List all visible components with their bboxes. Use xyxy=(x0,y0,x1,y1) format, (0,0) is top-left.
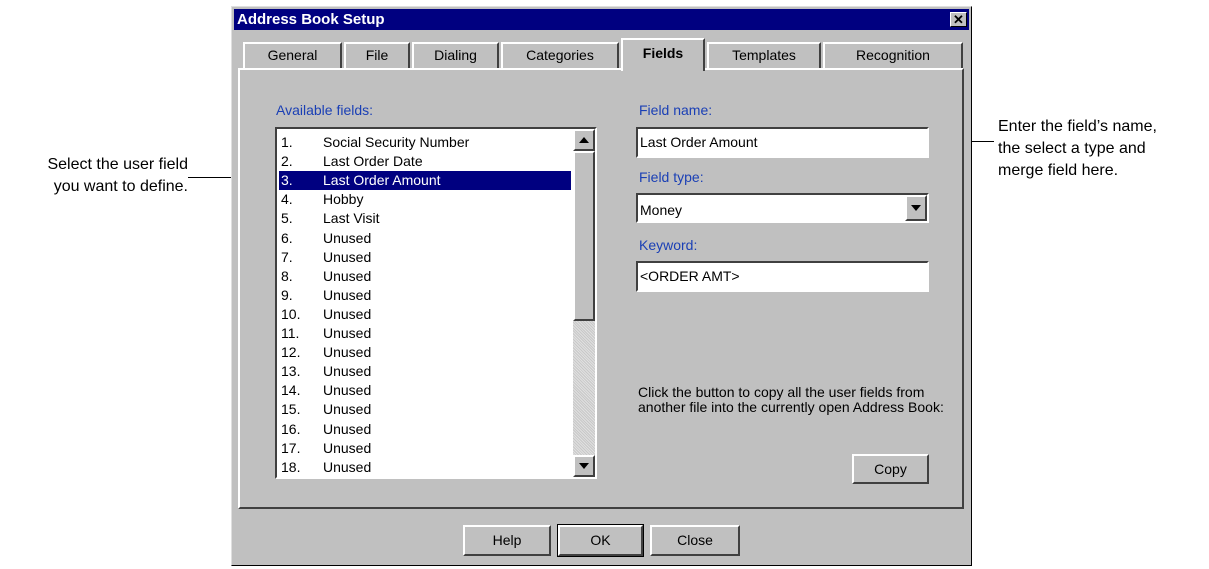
list-item-name: Unused xyxy=(323,305,372,322)
list-item-number: 5. xyxy=(281,210,293,227)
list-item-name: Unused xyxy=(323,286,372,303)
tab-dialing[interactable]: Dialing xyxy=(412,42,499,68)
list-item-name: Unused xyxy=(323,229,372,246)
list-item[interactable]: 1. Social Security Number xyxy=(279,133,571,152)
list-item-name: Unused xyxy=(323,267,372,284)
list-item-name: Unused xyxy=(323,420,372,437)
available-fields-listbox[interactable]: 1. Social Security Number 2. Last Order Dat… xyxy=(275,127,597,479)
list-item[interactable]: 17. Unused xyxy=(279,439,571,458)
list-item-name: Unused xyxy=(323,363,372,380)
list-item[interactable]: 2. Last Order Date xyxy=(279,152,571,171)
close-icon: ✕ xyxy=(953,12,964,27)
available-fields-label: Available fields: xyxy=(276,102,374,118)
scroll-down-button[interactable] xyxy=(573,455,595,477)
list-item[interactable]: 4. Hobby xyxy=(279,190,571,209)
tab-fields[interactable]: Fields xyxy=(621,38,705,71)
tab-recognition[interactable]: Recognition xyxy=(823,42,963,68)
list-item-name: Unused xyxy=(323,382,372,399)
list-item-number: 12. xyxy=(281,344,301,361)
list-item-name: Unused xyxy=(323,439,372,456)
list-item-number: 8. xyxy=(281,267,293,284)
right-callout-line1: Enter the field’s name, xyxy=(998,118,1157,135)
copy-button[interactable]: Copy xyxy=(852,454,929,484)
list-item-name: Unused xyxy=(323,344,372,361)
tab-file[interactable]: File xyxy=(344,42,410,68)
left-callout-line1: Select the user field xyxy=(47,156,188,173)
list-item-number: 6. xyxy=(281,229,293,246)
list-item[interactable]: 8. Unused xyxy=(279,267,571,286)
tab-categories[interactable]: Categories xyxy=(501,42,619,68)
list-item-name: Last Order Amount xyxy=(323,172,441,189)
list-item-name: Unused xyxy=(323,325,372,341)
list-item[interactable]: 7. Unused xyxy=(279,248,571,267)
list-item-name: Unused xyxy=(323,401,372,418)
list-item-number: 9. xyxy=(281,286,293,303)
close-window-button[interactable]: ✕ xyxy=(950,12,967,27)
list-item-number: 10. xyxy=(281,305,301,322)
list-item-number: 1. xyxy=(281,134,293,150)
arrow-up-icon xyxy=(579,137,589,143)
copy-description: Click the button to copy all the user fi… xyxy=(638,384,944,415)
list-item-name: Social Security Number xyxy=(323,134,470,150)
scroll-up-button[interactable] xyxy=(573,129,595,151)
list-item[interactable]: 14. Unused xyxy=(279,381,571,400)
tab-templates[interactable]: Templates xyxy=(707,42,821,68)
list-item-name: Unused xyxy=(323,458,372,475)
list-item-number: 15. xyxy=(281,401,301,418)
ok-button[interactable]: OK xyxy=(557,524,644,557)
keyword-input[interactable]: <ORDER AMT> xyxy=(636,261,929,292)
left-callout-line2: you want to define. xyxy=(53,178,188,195)
list-item-number: 18. xyxy=(281,458,301,475)
keyword-label: Keyword: xyxy=(639,237,698,253)
field-name-value: Last Order Amount xyxy=(640,134,758,150)
list-item[interactable]: 18. Unused xyxy=(279,458,571,477)
window-title: Address Book Setup xyxy=(237,11,385,28)
list-item-number: 2. xyxy=(281,153,293,170)
right-callout-line3: merge field here. xyxy=(998,162,1119,179)
list-item[interactable]: 5. Last Visit xyxy=(279,209,571,228)
field-type-label: Field type: xyxy=(639,169,704,185)
help-button[interactable]: Help xyxy=(463,525,551,556)
field-name-input[interactable]: Last Order Amount xyxy=(636,127,929,158)
list-scrollbar[interactable] xyxy=(573,129,595,477)
list-item[interactable]: 15. Unused xyxy=(279,400,571,419)
list-item-name: Last Visit xyxy=(323,210,380,227)
list-item-name: Unused xyxy=(323,248,372,265)
list-item-name: Last Order Date xyxy=(323,153,423,170)
scroll-thumb[interactable] xyxy=(573,151,595,321)
list-item[interactable]: 11. Unused xyxy=(279,324,571,343)
list-item[interactable]: 16. Unused xyxy=(279,420,571,439)
list-item-number: 14. xyxy=(281,382,301,399)
list-item-number: 4. xyxy=(281,191,293,208)
list-item-number: 17. xyxy=(281,439,301,456)
list-item[interactable]: 6. Unused xyxy=(279,229,571,248)
title-bar: Address Book Setup ✕ xyxy=(234,9,969,30)
list-item-number: 13. xyxy=(281,363,301,380)
right-callout: Enter the field’s name, the select a typ… xyxy=(998,116,1203,182)
list-item[interactable]: 10. Unused xyxy=(279,305,571,324)
left-callout: Select the user field you want to define… xyxy=(8,154,188,198)
list-item-name: Hobby xyxy=(323,191,364,208)
list-item-number: 16. xyxy=(281,420,301,437)
list-item[interactable]: 9. Unused xyxy=(279,286,571,305)
field-type-select[interactable]: Money xyxy=(636,193,929,223)
list-item-number: 11. xyxy=(281,325,300,341)
list-item[interactable]: 3. Last Order Amount xyxy=(279,171,571,191)
tab-general[interactable]: General xyxy=(243,42,342,68)
list-item-number: 7. xyxy=(281,248,293,265)
list-item-number: 3. xyxy=(281,172,293,189)
field-type-value: Money xyxy=(640,202,683,218)
list-item[interactable]: 13. Unused xyxy=(279,362,571,381)
field-type-dropdown-button[interactable] xyxy=(905,195,927,221)
close-button[interactable]: Close xyxy=(650,525,740,556)
keyword-value: <ORDER AMT> xyxy=(640,268,740,284)
list-item[interactable]: 12. Unused xyxy=(279,343,571,362)
arrow-down-icon xyxy=(579,463,589,469)
chevron-down-icon xyxy=(911,205,921,211)
right-callout-line2: the select a type and xyxy=(998,140,1146,157)
field-name-label: Field name: xyxy=(639,102,713,118)
